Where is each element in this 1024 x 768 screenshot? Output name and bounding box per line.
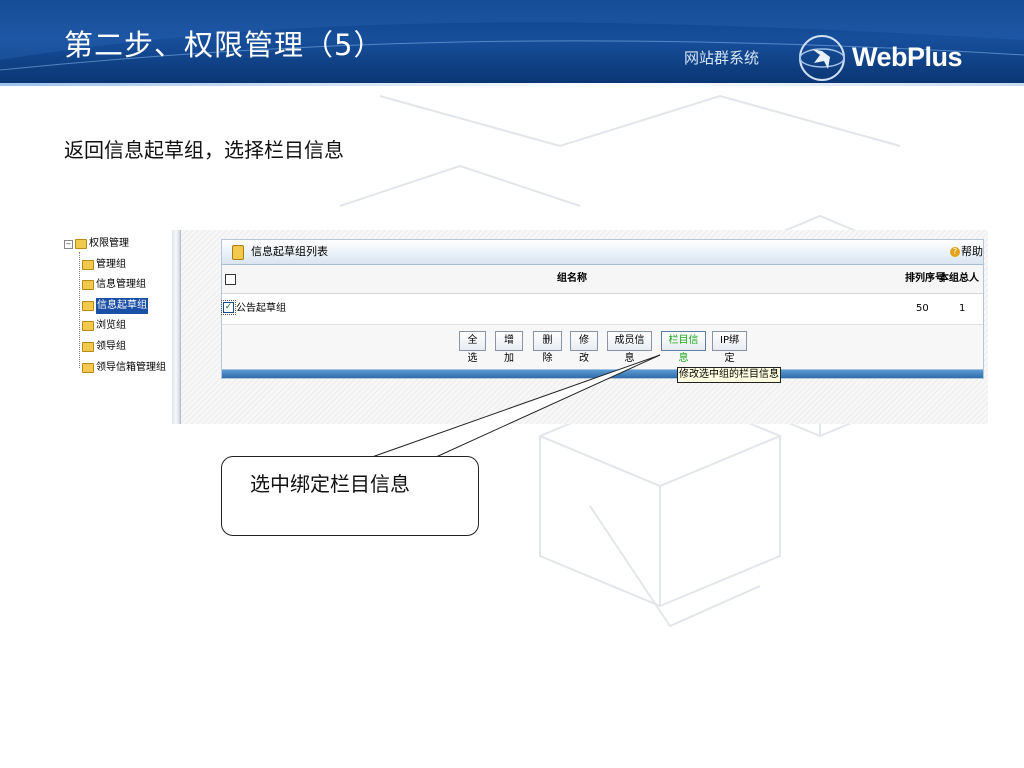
- callout-box: 选中绑定栏目信息: [221, 456, 479, 536]
- callout-pointer: [371, 354, 661, 458]
- callout-text: 选中绑定栏目信息: [250, 472, 410, 496]
